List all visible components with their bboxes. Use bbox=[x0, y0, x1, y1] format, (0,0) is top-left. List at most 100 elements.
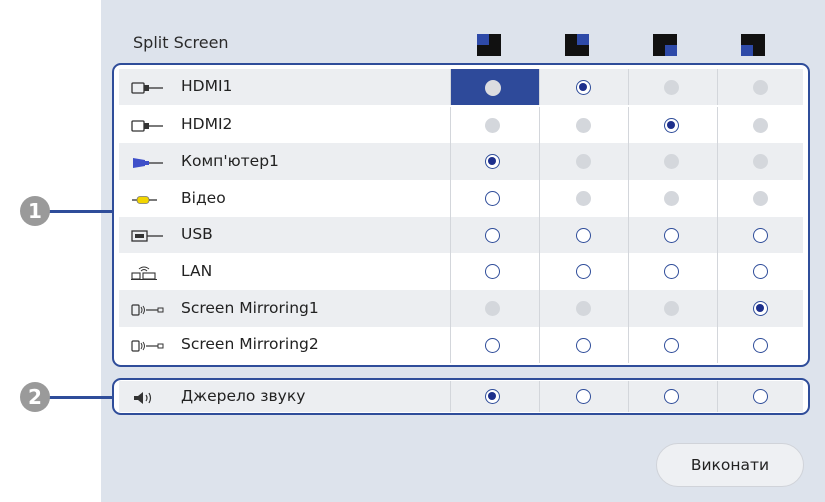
layout-left-l-icon bbox=[565, 34, 589, 56]
hdmi-icon bbox=[131, 80, 165, 94]
radio-empty-col4[interactable] bbox=[752, 337, 768, 353]
source-row-usb: USB bbox=[119, 217, 803, 253]
column-divider bbox=[717, 290, 718, 327]
radio-disabled-col3 bbox=[663, 154, 679, 169]
source-row-hdmi1: HDMI1 bbox=[119, 69, 803, 105]
column-divider bbox=[539, 217, 540, 253]
video-rca-icon bbox=[131, 192, 165, 206]
radio-empty-col3[interactable] bbox=[663, 264, 679, 279]
source-row--: Відео bbox=[119, 180, 803, 217]
column-divider bbox=[539, 290, 540, 327]
radio-disabled-col3 bbox=[663, 79, 679, 95]
column-divider bbox=[539, 107, 540, 143]
panel-title: Split Screen bbox=[133, 33, 229, 52]
column-divider bbox=[717, 69, 718, 105]
radio-selected-col2[interactable] bbox=[575, 79, 591, 95]
radio-empty-col1[interactable] bbox=[484, 337, 500, 353]
lan-icon bbox=[131, 265, 165, 280]
speaker-icon bbox=[131, 390, 165, 404]
radio-selected-col3[interactable] bbox=[663, 117, 679, 133]
radio-disabled-col2 bbox=[575, 191, 591, 206]
hdmi-icon bbox=[131, 118, 165, 132]
column-divider bbox=[450, 107, 451, 143]
radio-selected-col1[interactable] bbox=[484, 154, 500, 169]
column-divider bbox=[539, 253, 540, 290]
audio-row: Джерело звуку bbox=[119, 381, 803, 412]
radio-empty-col3[interactable] bbox=[663, 227, 679, 243]
column-divider bbox=[628, 217, 629, 253]
column-divider bbox=[628, 143, 629, 180]
source-label: USB bbox=[181, 225, 213, 243]
radio-empty-col2[interactable] bbox=[575, 227, 591, 243]
column-divider bbox=[717, 327, 718, 363]
column-divider bbox=[450, 180, 451, 217]
column-divider bbox=[628, 107, 629, 143]
radio-disabled-col4 bbox=[752, 117, 768, 133]
radio-selected-col4[interactable] bbox=[752, 301, 768, 316]
column-divider bbox=[717, 143, 718, 180]
radio-focused-col1[interactable] bbox=[484, 79, 501, 96]
radio-disabled-col3 bbox=[663, 191, 679, 206]
layout-right-l-icon bbox=[653, 34, 677, 56]
radio-empty-col4[interactable] bbox=[752, 264, 768, 279]
screen-mirroring-icon bbox=[131, 302, 165, 316]
radio-empty-col1[interactable] bbox=[484, 264, 500, 279]
source-row--1: Комп'ютер1 bbox=[119, 143, 803, 180]
radio-disabled-col4 bbox=[752, 154, 768, 169]
column-divider bbox=[450, 327, 451, 363]
vga-computer-icon bbox=[131, 155, 165, 169]
radio-empty-col3[interactable] bbox=[663, 337, 679, 353]
source-label: HDMI1 bbox=[181, 77, 233, 95]
column-divider bbox=[717, 381, 718, 412]
source-label: Джерело звуку bbox=[181, 386, 306, 405]
column-divider bbox=[628, 327, 629, 363]
layout-left-top-icon bbox=[477, 34, 501, 56]
execute-button[interactable]: Виконати bbox=[656, 443, 804, 487]
column-divider bbox=[539, 180, 540, 217]
column-divider bbox=[628, 253, 629, 290]
column-divider bbox=[539, 69, 540, 105]
radio-disabled-col2 bbox=[575, 154, 591, 169]
source-row-screen-mirroring2: Screen Mirroring2 bbox=[119, 327, 803, 363]
radio-disabled-col2 bbox=[575, 117, 591, 133]
source-label: LAN bbox=[181, 261, 213, 280]
column-divider bbox=[717, 253, 718, 290]
radio-disabled-col3 bbox=[663, 301, 679, 316]
column-divider bbox=[717, 217, 718, 253]
callout-1-line bbox=[48, 210, 112, 213]
source-label: HDMI2 bbox=[181, 115, 233, 133]
radio-empty-col4[interactable] bbox=[752, 389, 768, 404]
layout-right-top-icon bbox=[741, 34, 765, 56]
column-divider bbox=[450, 253, 451, 290]
radio-disabled-col1 bbox=[484, 301, 500, 316]
column-divider bbox=[450, 290, 451, 327]
radio-disabled-col4 bbox=[752, 79, 768, 95]
radio-disabled-col4 bbox=[752, 191, 768, 206]
screen-mirroring-icon bbox=[131, 338, 165, 352]
column-divider bbox=[628, 290, 629, 327]
source-label: Комп'ютер1 bbox=[181, 151, 279, 170]
radio-disabled-col2 bbox=[575, 301, 591, 316]
radio-empty-col3[interactable] bbox=[663, 389, 679, 404]
radio-disabled-col1 bbox=[484, 117, 500, 133]
source-label: Screen Mirroring2 bbox=[181, 335, 319, 353]
radio-empty-col2[interactable] bbox=[575, 389, 591, 404]
column-divider bbox=[628, 180, 629, 217]
radio-empty-col2[interactable] bbox=[575, 264, 591, 279]
radio-empty-col1[interactable] bbox=[484, 191, 500, 206]
column-divider bbox=[717, 180, 718, 217]
column-divider bbox=[450, 381, 451, 412]
callout-1: 1 bbox=[20, 196, 50, 226]
column-divider bbox=[628, 69, 629, 105]
column-divider bbox=[539, 381, 540, 412]
radio-empty-col1[interactable] bbox=[484, 227, 500, 243]
column-divider bbox=[717, 107, 718, 143]
source-row-lan: LAN bbox=[119, 253, 803, 290]
radio-empty-col2[interactable] bbox=[575, 337, 591, 353]
radio-selected-col1[interactable] bbox=[484, 389, 500, 404]
radio-empty-col4[interactable] bbox=[752, 227, 768, 243]
column-divider bbox=[450, 217, 451, 253]
column-divider bbox=[539, 143, 540, 180]
usb-icon bbox=[131, 228, 165, 242]
column-divider bbox=[628, 381, 629, 412]
